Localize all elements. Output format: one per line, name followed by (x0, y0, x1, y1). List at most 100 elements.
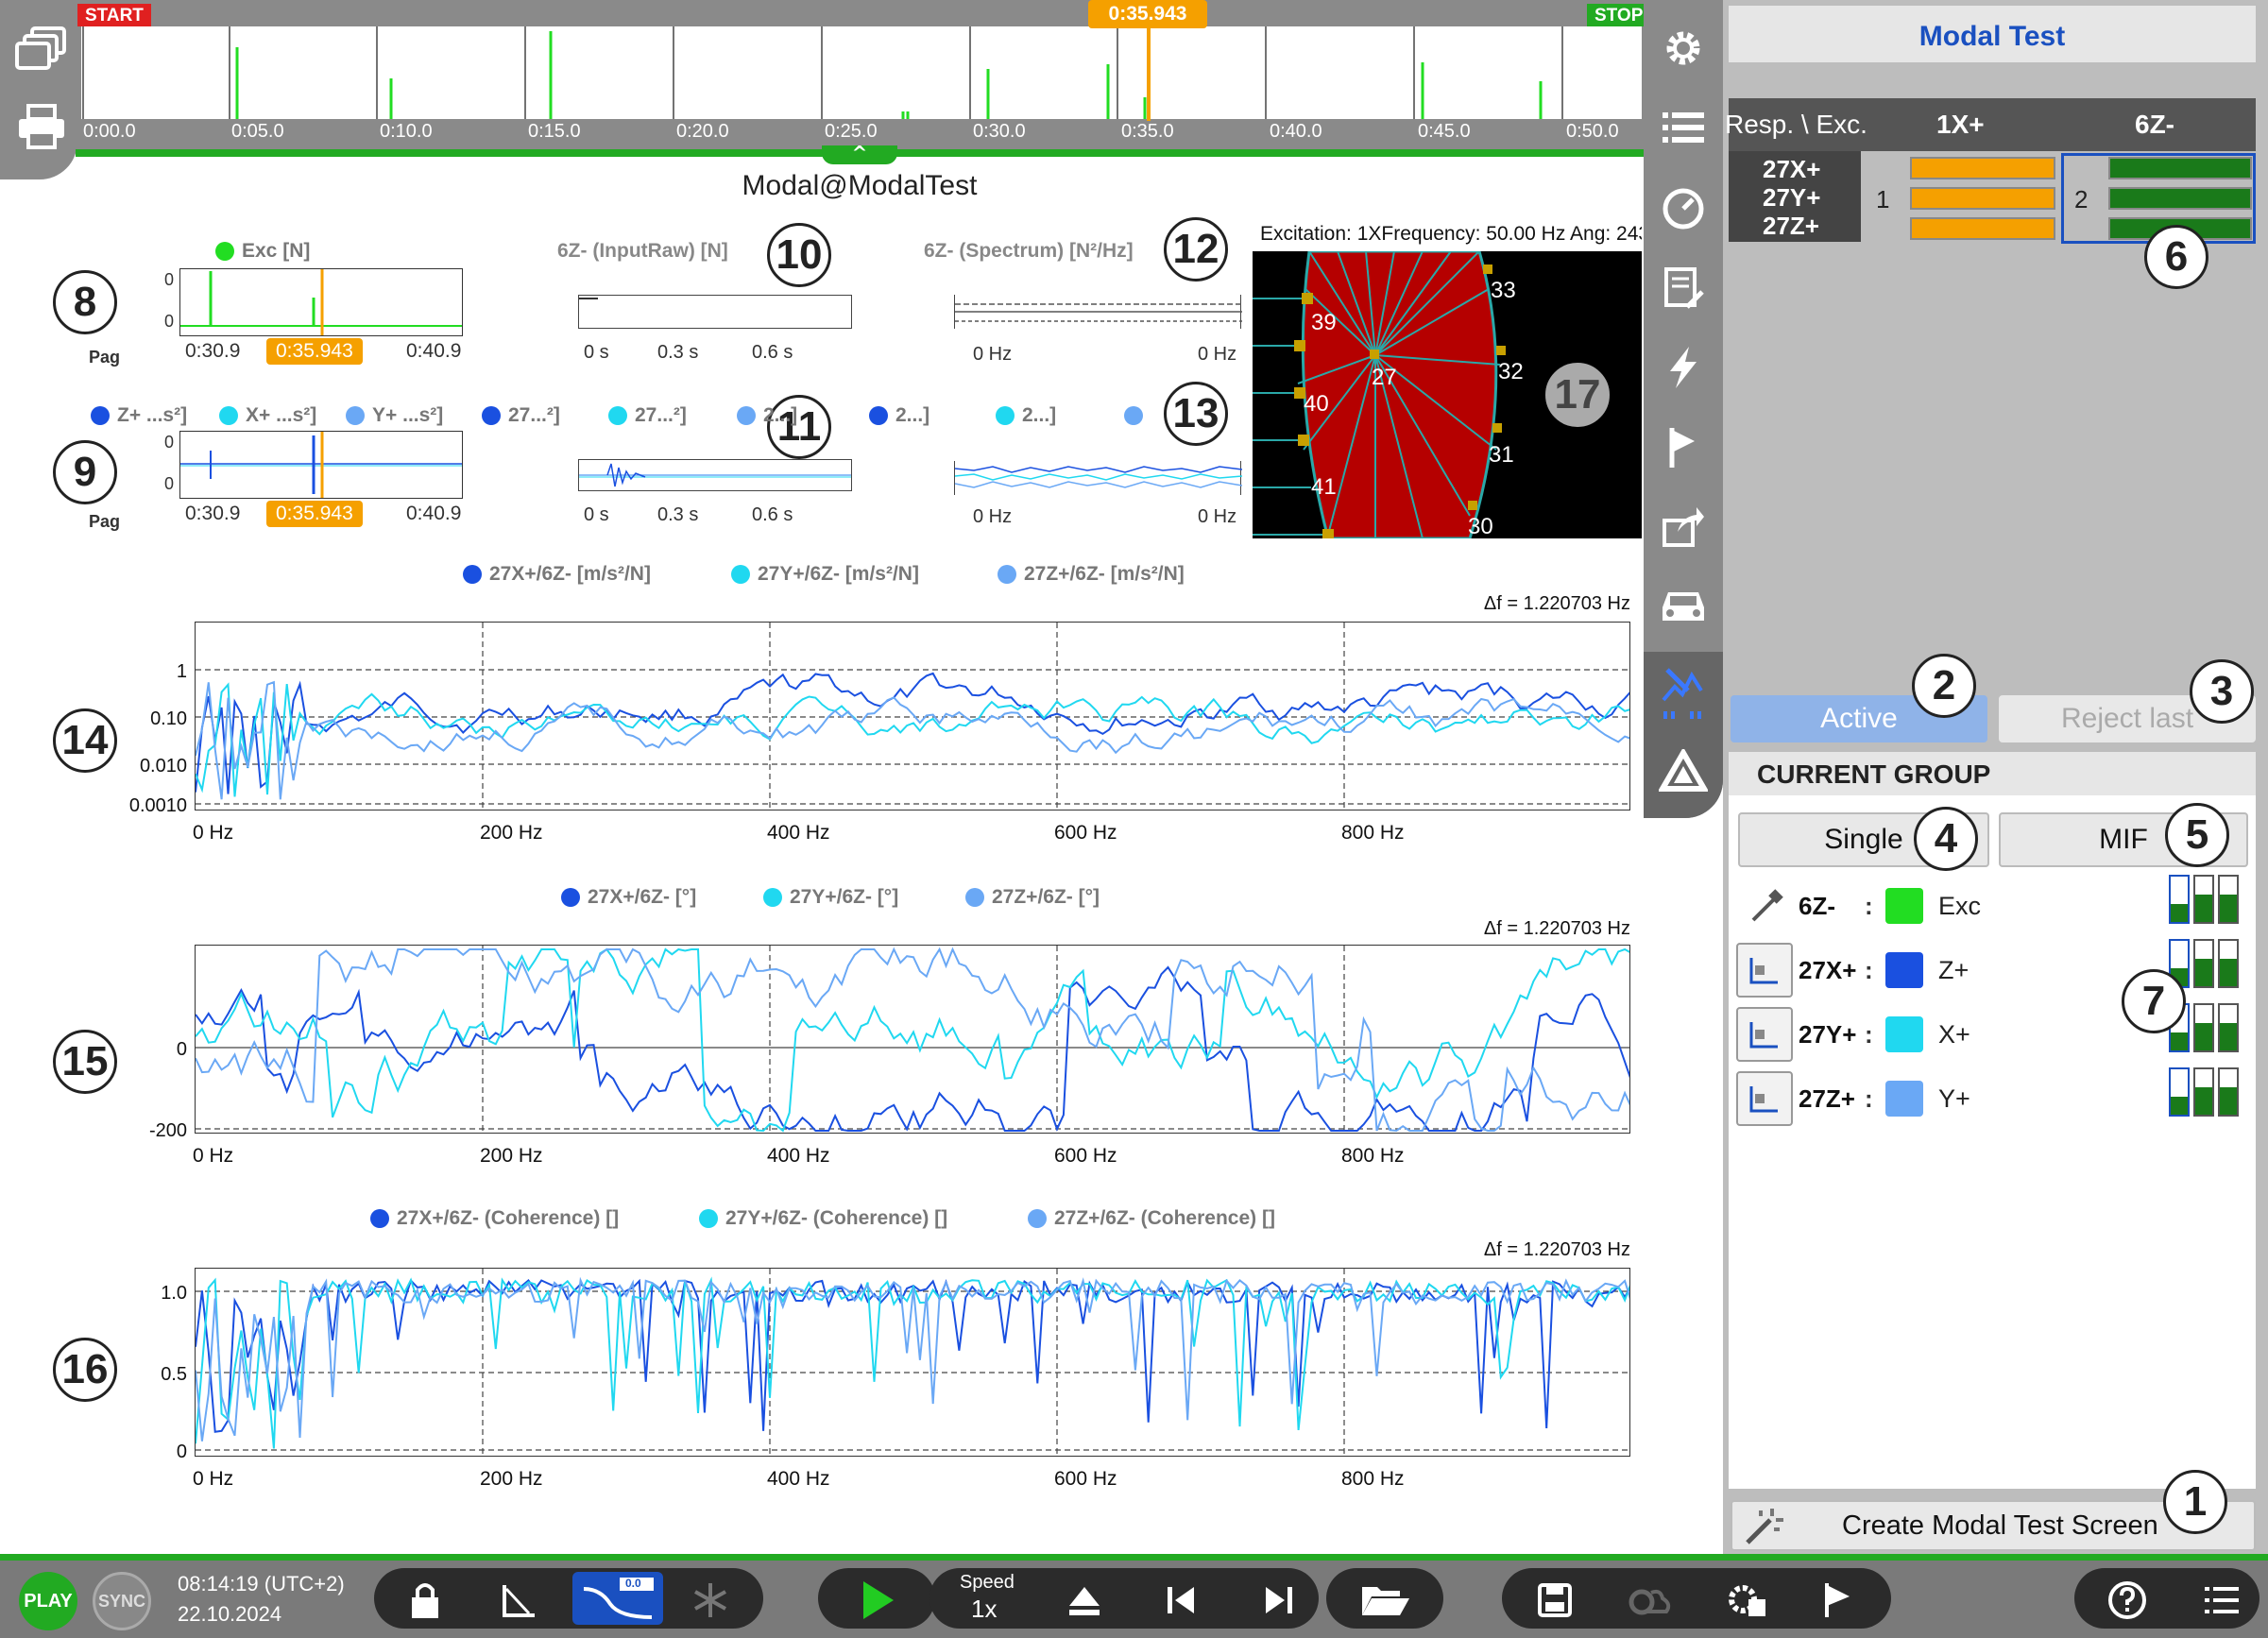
snowflake-icon[interactable] (682, 1578, 739, 1623)
chart-2-legend-1: 27X+/6Z- [°] (561, 886, 696, 909)
exc-legend-dot (215, 242, 234, 261)
level-meter-fill (2220, 895, 2237, 922)
chart-1-xtick: 200 Hz (480, 822, 543, 844)
chart-3-svg (196, 1269, 1629, 1456)
lightning-icon[interactable] (1646, 334, 1721, 401)
printer-icon[interactable] (4, 94, 79, 161)
list-icon[interactable] (1646, 94, 1721, 161)
gear-config-icon[interactable] (1719, 1578, 1776, 1623)
legend-label: 27X+/6Z- [°] (588, 886, 697, 908)
gauge-icon[interactable] (1646, 176, 1721, 242)
callout-4: 4 (1914, 807, 1978, 871)
stop-marker[interactable]: STOP (1587, 4, 1651, 26)
level-meter-bar (2218, 939, 2239, 988)
chart-3-ytick: 0 (176, 1442, 187, 1462)
callout-5: 5 (2165, 803, 2229, 867)
legend-label: 27Z+/6Z- [°] (992, 886, 1100, 908)
level-meter-bar (2193, 939, 2214, 988)
chart-1-ytick: 0.010 (139, 756, 187, 776)
matrix-cell-2-2[interactable] (2108, 187, 2252, 210)
expand-handle[interactable]: ^ (822, 144, 897, 164)
level-meter-bar (2193, 875, 2214, 924)
chart-2-plot[interactable] (195, 945, 1630, 1134)
matrix-cell-2-1[interactable] (2108, 157, 2252, 179)
folder-open-icon[interactable] (1356, 1578, 1413, 1623)
matrix-cell-1-1[interactable] (1910, 157, 2055, 179)
chart-3-xtick: 600 Hz (1054, 1468, 1117, 1490)
callout-17: 17 (1545, 363, 1610, 427)
exc-pag: Pag (89, 348, 121, 367)
level-meter-fill (2171, 1096, 2188, 1115)
chart-3-df: Δf = 1.220703 Hz (1483, 1239, 1630, 1260)
resp-raw-plot[interactable] (578, 459, 852, 491)
chart-1-ytick: 0.10 (150, 708, 187, 729)
eject-icon[interactable] (1056, 1578, 1113, 1623)
car-icon[interactable] (1646, 572, 1721, 639)
speed-value[interactable]: 1x (971, 1595, 997, 1624)
settings-gear-icon[interactable] (1646, 15, 1721, 81)
matrix-col-2: 6Z- (2135, 110, 2174, 139)
resp-legend-1: Z+ ...s²] (91, 404, 187, 427)
chart-3-legend-2: 27Y+/6Z- (Coherence) [] (699, 1207, 947, 1230)
sync-indicator[interactable]: SYNC (93, 1572, 151, 1630)
matrix-cell-1-2[interactable] (1910, 187, 2055, 210)
play-indicator[interactable]: PLAY (19, 1572, 77, 1630)
resp-x-mid[interactable]: 0:35.943 (266, 501, 363, 527)
axis-select-button[interactable] (1736, 1071, 1793, 1126)
legend-label: 27Y+/6Z- [m/s²/N] (758, 563, 919, 585)
callout-3: 3 (2190, 659, 2254, 724)
flag-icon[interactable] (1646, 414, 1721, 480)
chart-1-plot[interactable] (195, 622, 1630, 810)
channel-sep-3: : (1865, 1084, 1873, 1113)
level-meter-fill (2171, 903, 2188, 922)
level-meter-bar (2169, 875, 2190, 924)
matrix-cell-1-3[interactable] (1910, 217, 2055, 240)
help-icon[interactable] (2099, 1578, 2156, 1623)
menu-list-icon[interactable] (2193, 1578, 2250, 1623)
timeline-tick: 0:45.0 (1418, 121, 1471, 142)
timeline-tick: 0:50.0 (1566, 121, 1619, 142)
play-button-icon[interactable] (848, 1578, 905, 1623)
export-icon[interactable] (1646, 493, 1721, 559)
legend-label: 27...²] (508, 404, 560, 426)
chart-3-xtick: 200 Hz (480, 1468, 543, 1490)
filter-toggle-button[interactable]: 0.0 (572, 1572, 663, 1625)
legend-dot (463, 565, 482, 584)
lock-icon[interactable] (397, 1578, 453, 1623)
measure-icon[interactable] (491, 1578, 548, 1623)
save-icon[interactable] (1526, 1578, 1583, 1623)
legend-label: 27Z+/6Z- (Coherence) [] (1054, 1207, 1275, 1229)
chart-2-xtick: 800 Hz (1341, 1145, 1405, 1167)
resp-plot[interactable] (179, 431, 463, 499)
exc-plot[interactable] (179, 268, 463, 336)
resp-x-right: 0:40.9 (406, 503, 462, 524)
axis-select-button[interactable] (1736, 1007, 1793, 1062)
event-flag-icon[interactable] (1810, 1578, 1867, 1623)
legend-dot (965, 888, 984, 907)
start-marker[interactable]: START (77, 4, 151, 26)
exc-legend: Exc [N] (215, 240, 310, 263)
channel-name-1: Z+ (1938, 956, 1970, 984)
resp-legend-5: 27...²] (608, 404, 687, 427)
exc-x-mid[interactable]: 0:35.943 (266, 338, 363, 365)
chart-3-xtick: 0 Hz (193, 1468, 234, 1490)
cursor-time-badge[interactable]: 0:35.943 (1088, 0, 1207, 28)
inputraw-plot[interactable] (578, 295, 852, 329)
modal-hammer-icon[interactable] (1646, 661, 1721, 727)
chart-1-xtick: 0 Hz (193, 822, 234, 844)
triangle-logo-icon[interactable] (1646, 739, 1721, 805)
report-icon[interactable] (1646, 255, 1721, 321)
chart-3-plot[interactable] (195, 1268, 1630, 1457)
spectrum-plot[interactable] (954, 295, 1242, 329)
axis-select-button[interactable] (1736, 943, 1793, 998)
skip-back-icon[interactable] (1152, 1578, 1209, 1623)
timeline-track[interactable] (81, 26, 1642, 119)
timeline-cursor[interactable] (1147, 23, 1151, 121)
layers-icon[interactable] (4, 17, 79, 83)
skip-forward-icon[interactable] (1251, 1578, 1307, 1623)
chart-3-series-2 (196, 1276, 1629, 1449)
chart-1-series-1 (196, 672, 1629, 794)
legend-dot (219, 406, 238, 425)
cloud-settings-icon[interactable] (1621, 1578, 1678, 1623)
resp-spectrum-plot[interactable] (954, 461, 1243, 495)
